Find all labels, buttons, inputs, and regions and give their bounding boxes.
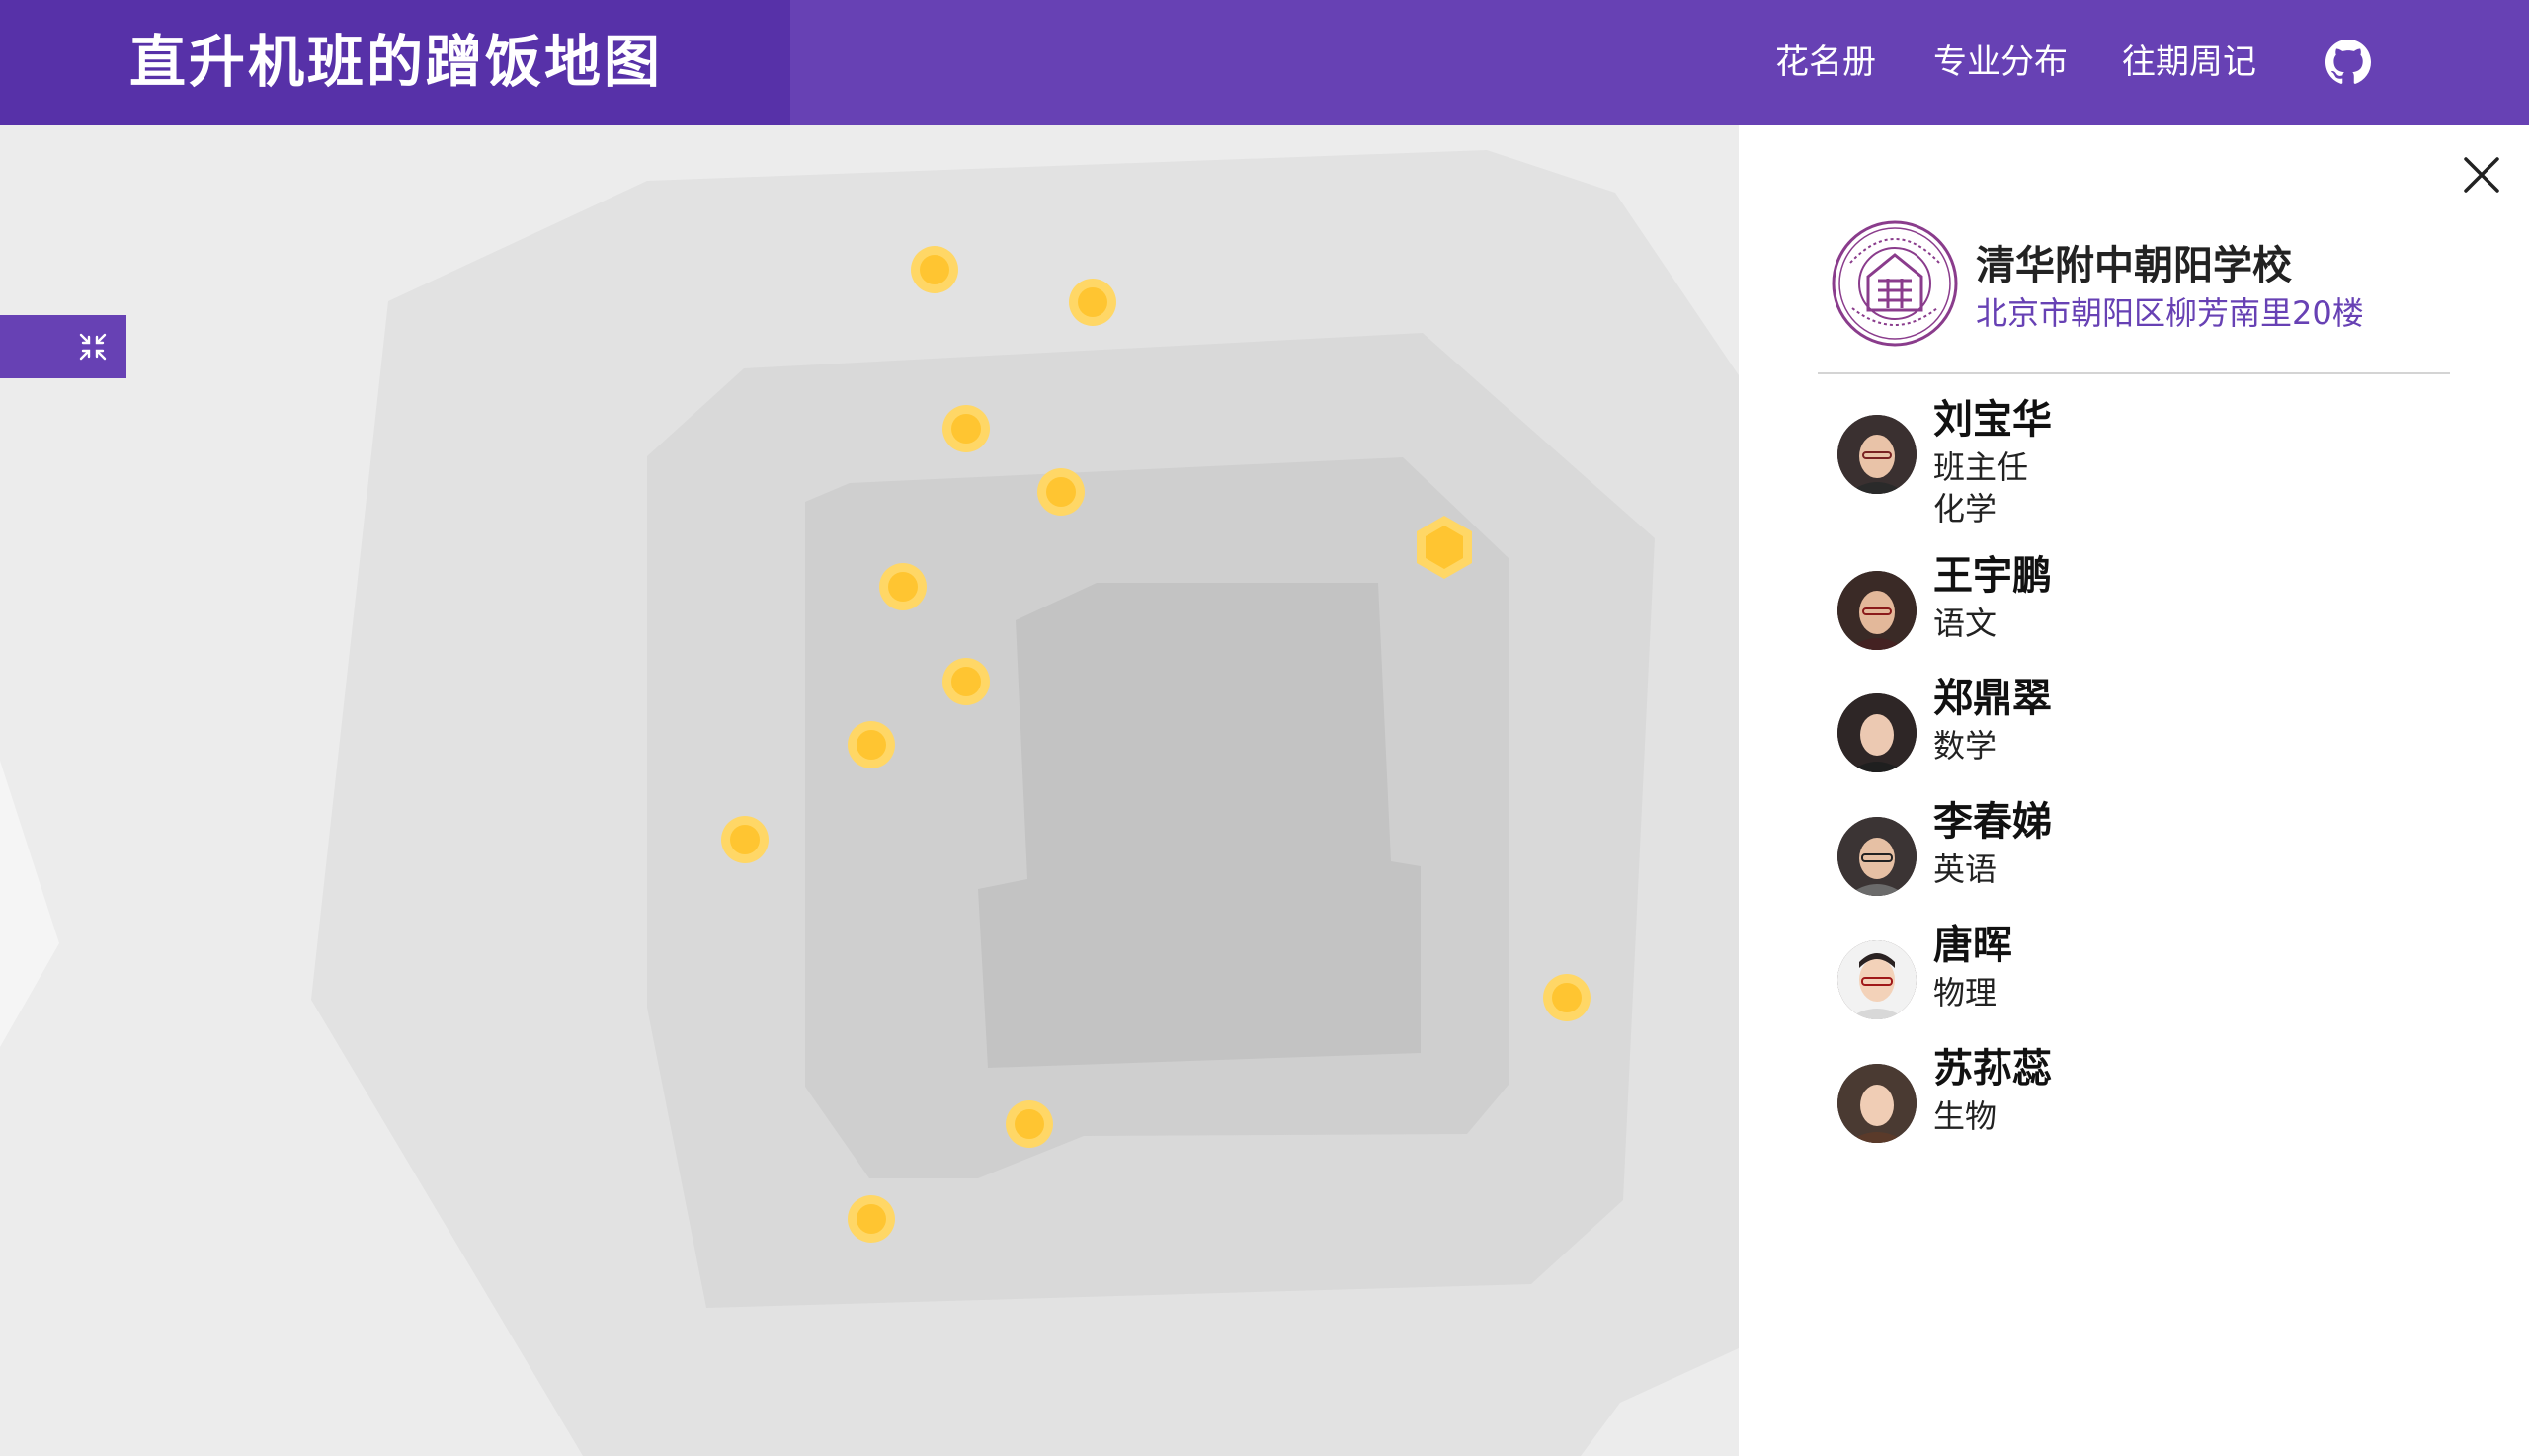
teacher-avatar — [1837, 693, 1917, 772]
teacher-subject: 语文 — [1933, 605, 1998, 642]
teacher-avatar — [1837, 415, 1917, 494]
map-marker[interactable] — [721, 816, 769, 863]
teacher-item[interactable]: 李春娣 英语 — [1837, 797, 2391, 916]
teacher-avatar — [1837, 940, 1917, 1019]
top-navbar: 直升机班的蹭饭地图 花名册 专业分布 往期周记 — [0, 0, 2529, 125]
map-marker[interactable] — [848, 1195, 895, 1243]
teacher-name: 苏荪蕊 — [1933, 1046, 2052, 1092]
collapse-icon — [79, 333, 107, 361]
close-icon[interactable] — [2462, 155, 2501, 195]
github-icon[interactable] — [2325, 40, 2371, 85]
teacher-item[interactable]: 苏荪蕊 生物 — [1837, 1044, 2391, 1163]
map-canvas[interactable] — [0, 125, 1739, 1456]
collapse-button[interactable] — [0, 315, 126, 378]
map-area-campus — [978, 583, 1421, 1068]
brand-area: 直升机班的蹭饭地图 — [0, 0, 790, 125]
school-name: 清华附中朝阳学校 — [1976, 243, 2292, 288]
teacher-avatar — [1837, 571, 1917, 650]
teacher-subject: 生物 — [1933, 1097, 1998, 1135]
map-marker[interactable] — [911, 246, 958, 293]
school-seal-logo — [1831, 219, 1959, 348]
map-marker[interactable] — [848, 721, 895, 768]
map-marker[interactable] — [879, 563, 927, 610]
school-address: 北京市朝阳区柳芳南里20楼 — [1976, 294, 2364, 332]
map-svg[interactable] — [0, 125, 1739, 1456]
map-marker[interactable] — [1006, 1100, 1053, 1148]
panel-divider — [1818, 372, 2450, 374]
teacher-subject: 物理 — [1933, 974, 1998, 1011]
map-marker[interactable] — [942, 658, 990, 705]
teacher-name: 王宇鹏 — [1933, 553, 2052, 599]
teacher-name: 郑鼎翠 — [1933, 676, 2052, 721]
teacher-avatar — [1837, 817, 1917, 896]
teacher-subject: 数学 — [1933, 727, 1998, 765]
teacher-subject: 英语 — [1933, 850, 1998, 888]
map-marker[interactable] — [1037, 468, 1085, 516]
teacher-item[interactable]: 唐晖 物理 — [1837, 921, 2391, 1039]
nav-roster[interactable]: 花名册 — [1775, 0, 1876, 125]
map-marker[interactable] — [942, 405, 990, 452]
teacher-role: 班主任 — [1933, 448, 2029, 486]
map-marker[interactable] — [1069, 279, 1116, 326]
app-title[interactable]: 直升机班的蹭饭地图 — [129, 0, 663, 125]
teacher-item[interactable]: 郑鼎翠 数学 — [1837, 674, 2391, 792]
teacher-item[interactable]: 刘宝华 班主任 化学 — [1837, 395, 2391, 527]
teacher-item[interactable]: 王宇鹏 语文 — [1837, 551, 2391, 670]
teacher-name: 唐晖 — [1933, 923, 2012, 968]
map-marker[interactable] — [1543, 974, 1591, 1021]
teacher-avatar — [1837, 1064, 1917, 1143]
teacher-subject: 化学 — [1933, 490, 1998, 527]
nav-weekly-journals[interactable]: 往期周记 — [2122, 0, 2256, 125]
teacher-name: 刘宝华 — [1933, 397, 2052, 443]
nav-major-distribution[interactable]: 专业分布 — [1933, 0, 2068, 125]
map-area-outer — [0, 761, 59, 1456]
teacher-name: 李春娣 — [1933, 799, 2052, 845]
